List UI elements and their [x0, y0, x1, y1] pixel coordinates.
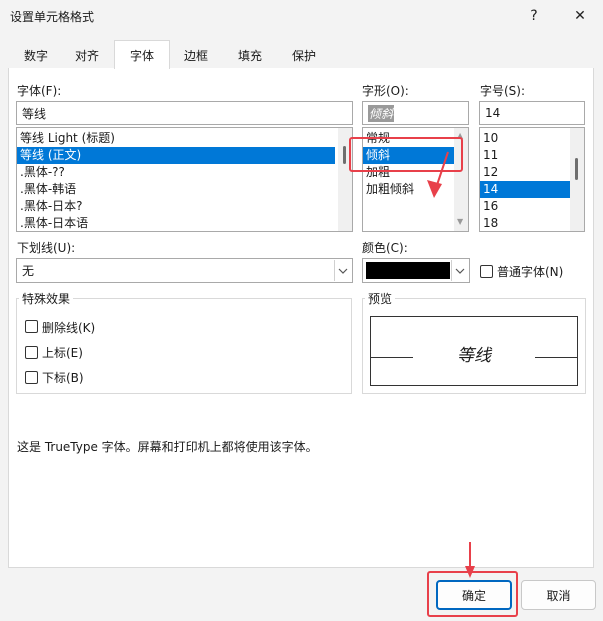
- help-button[interactable]: ?: [511, 0, 557, 32]
- effects-title: 特殊效果: [19, 290, 74, 307]
- strikethrough-label: 删除线(K): [42, 321, 96, 335]
- size-list-item[interactable]: 18: [480, 215, 570, 231]
- color-label: 颜色(C):: [362, 241, 408, 255]
- color-swatch: [366, 262, 450, 279]
- size-input[interactable]: 14: [479, 101, 585, 125]
- font-list-item[interactable]: 等线 Light (标题): [17, 130, 335, 147]
- size-list-item[interactable]: 12: [480, 164, 570, 181]
- preview-sample-text: 等线: [457, 346, 491, 366]
- underline-select[interactable]: 无: [16, 258, 353, 283]
- style-input-value: 倾斜: [368, 104, 395, 122]
- window-title: 设置单元格格式: [10, 10, 95, 24]
- font-list-item[interactable]: .黑体-??: [17, 164, 335, 181]
- size-list-item[interactable]: 10: [480, 130, 570, 147]
- size-list-item[interactable]: 11: [480, 147, 570, 164]
- preview-baseline-right: [535, 357, 578, 358]
- underline-select-value: 无: [22, 264, 35, 278]
- tab-number[interactable]: 数字: [14, 42, 58, 68]
- normal-font-label: 普通字体(N): [497, 265, 564, 279]
- scrollbar-thumb[interactable]: [575, 158, 578, 180]
- tab-fill[interactable]: 填充: [225, 42, 275, 68]
- font-info-text: 这是 TrueType 字体。屏幕和打印机上都将使用该字体。: [17, 440, 318, 454]
- size-list-item-selected[interactable]: 14: [480, 181, 570, 198]
- tab-protection[interactable]: 保护: [280, 42, 328, 68]
- tab-font[interactable]: 字体: [114, 40, 170, 69]
- preview-title: 预览: [365, 290, 396, 307]
- normal-font-checkbox[interactable]: [480, 265, 493, 278]
- subscript-checkbox[interactable]: [25, 371, 38, 384]
- annotation-arrow-icon: [427, 151, 449, 198]
- chevron-down-icon[interactable]: [451, 260, 468, 281]
- title-bar: 设置单元格格式 ? ✕: [0, 0, 603, 32]
- font-list-item[interactable]: .黑体-日本语: [17, 215, 335, 231]
- size-list[interactable]: 10 11 12 14 16 18: [479, 127, 585, 232]
- annotation-arrow-icon: [465, 542, 475, 578]
- font-input[interactable]: 等线: [16, 101, 353, 125]
- superscript-checkbox[interactable]: [25, 346, 38, 359]
- size-label: 字号(S):: [480, 84, 526, 98]
- font-label: 字体(F):: [17, 84, 62, 98]
- ok-button[interactable]: 确定: [436, 580, 512, 610]
- size-list-item[interactable]: 16: [480, 198, 570, 215]
- font-list[interactable]: 等线 Light (标题) 等线 (正文) .黑体-?? .黑体-韩语 .黑体-…: [16, 127, 353, 232]
- scroll-down-icon[interactable]: ▼: [457, 217, 463, 226]
- underline-label: 下划线(U):: [17, 241, 76, 255]
- cancel-button[interactable]: 取消: [521, 580, 596, 610]
- close-icon: ✕: [574, 8, 586, 24]
- chevron-down-icon[interactable]: [334, 260, 351, 281]
- subscript-label: 下标(B): [42, 371, 84, 385]
- size-list-scrollbar[interactable]: [570, 128, 584, 231]
- font-list-item[interactable]: .黑体-日本?: [17, 198, 335, 215]
- strikethrough-checkbox[interactable]: [25, 320, 38, 333]
- tab-alignment[interactable]: 对齐: [64, 42, 110, 68]
- font-list-item[interactable]: .黑体-韩语: [17, 181, 335, 198]
- close-button[interactable]: ✕: [557, 0, 603, 32]
- style-input[interactable]: 倾斜: [362, 101, 469, 125]
- scrollbar-thumb[interactable]: [343, 146, 346, 164]
- preview-box: 等线: [370, 316, 578, 386]
- color-select[interactable]: [362, 258, 470, 283]
- style-label: 字形(O):: [362, 84, 409, 98]
- preview-baseline-left: [371, 357, 413, 358]
- tab-border[interactable]: 边框: [172, 42, 220, 68]
- superscript-label: 上标(E): [42, 346, 83, 360]
- font-list-item-selected[interactable]: 等线 (正文): [17, 147, 335, 164]
